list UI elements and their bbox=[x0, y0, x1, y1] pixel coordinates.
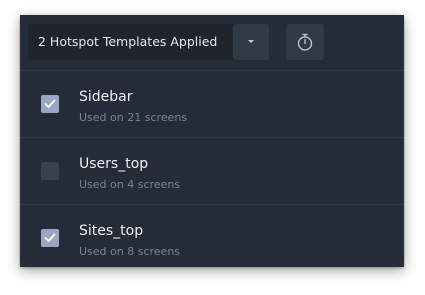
template-usage: Used on 8 screens bbox=[79, 245, 181, 258]
templates-dropdown[interactable]: 2 Hotspot Templates Applied bbox=[28, 24, 249, 60]
template-name: Sidebar bbox=[79, 89, 133, 105]
template-name: Users_top bbox=[79, 156, 149, 172]
templates-dropdown-label: 2 Hotspot Templates Applied bbox=[38, 34, 218, 49]
dropdown-toggle-button[interactable] bbox=[233, 24, 269, 60]
template-checkbox[interactable] bbox=[41, 229, 59, 247]
stopwatch-icon bbox=[297, 33, 313, 51]
hotspot-templates-panel: 2 Hotspot Templates Applied Sidebar Used… bbox=[20, 15, 404, 267]
template-checkbox[interactable] bbox=[41, 95, 59, 113]
timer-button[interactable] bbox=[286, 24, 324, 60]
checkmark-icon bbox=[44, 233, 56, 242]
template-row-sites-top[interactable]: Sites_top Used on 8 screens bbox=[20, 205, 404, 267]
template-checkbox[interactable] bbox=[41, 162, 59, 180]
checkmark-icon bbox=[44, 99, 56, 108]
toolbar: 2 Hotspot Templates Applied bbox=[20, 15, 404, 71]
template-usage: Used on 4 screens bbox=[79, 178, 181, 191]
template-name: Sites_top bbox=[79, 223, 144, 239]
template-usage: Used on 21 screens bbox=[79, 111, 188, 124]
template-row-users-top[interactable]: Users_top Used on 4 screens bbox=[20, 138, 404, 205]
caret-down-icon bbox=[248, 40, 254, 43]
template-row-sidebar[interactable]: Sidebar Used on 21 screens bbox=[20, 71, 404, 138]
